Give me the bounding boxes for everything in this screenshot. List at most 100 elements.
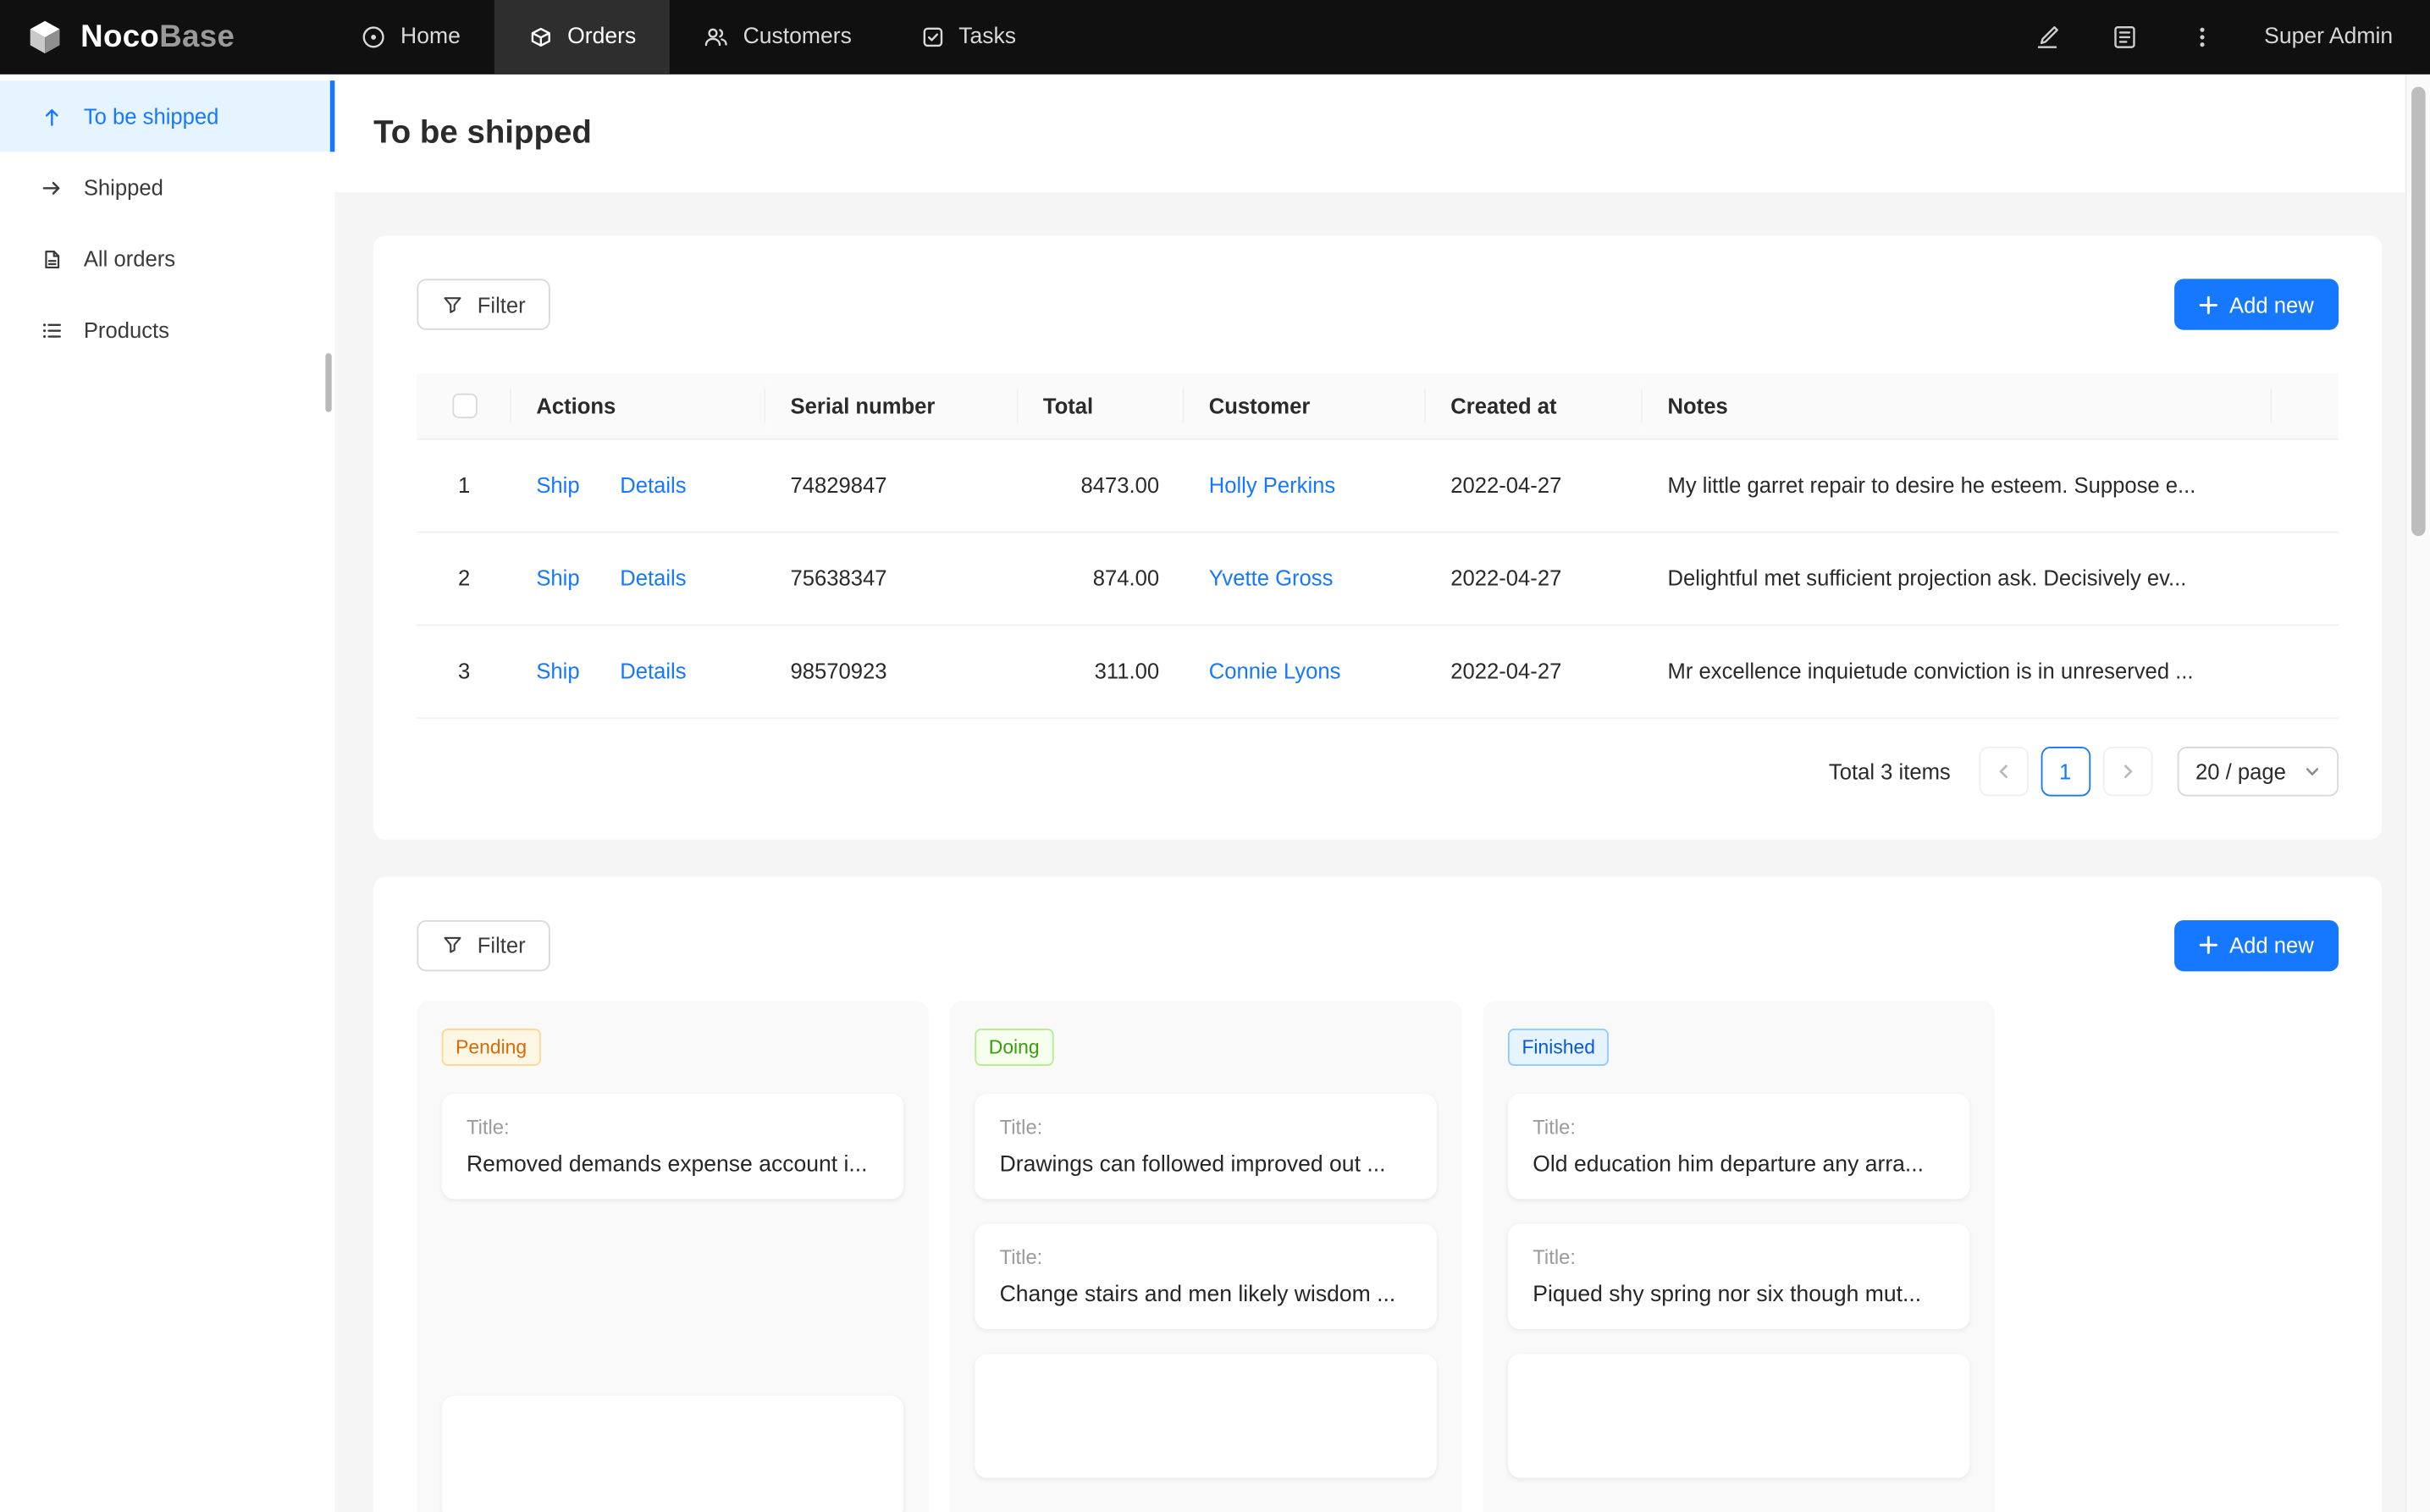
card-field-label: Title: xyxy=(467,1115,879,1138)
filter-button-label: Filter xyxy=(478,292,526,317)
arrow-right-icon xyxy=(41,176,64,199)
customer-link[interactable]: Connie Lyons xyxy=(1209,659,1341,683)
row-empty xyxy=(2272,439,2339,532)
row-serial: 74829847 xyxy=(765,439,1018,532)
details-link[interactable]: Details xyxy=(620,472,686,497)
nav-label-orders: Orders xyxy=(567,25,636,49)
page-size-value: 20 / page xyxy=(2195,759,2286,783)
kanban-card-partial[interactable] xyxy=(975,1353,1436,1476)
brand-logo[interactable]: NocoBase xyxy=(0,0,275,74)
brand-name: NocoBase xyxy=(80,19,235,55)
kanban-filter-button[interactable]: Filter xyxy=(417,919,550,970)
column-header-customer: Customer xyxy=(1184,373,1426,439)
sidebar-item-products[interactable]: Products xyxy=(0,295,334,366)
sidebar-label-all-orders: All orders xyxy=(84,246,175,271)
customer-link[interactable]: Holly Perkins xyxy=(1209,472,1336,497)
row-notes: Mr excellence inquietude conviction is i… xyxy=(1643,624,2272,717)
details-link[interactable]: Details xyxy=(620,566,686,590)
row-empty xyxy=(2272,624,2339,717)
orders-toolbar: Filter Add new xyxy=(417,279,2339,329)
card-field-label: Title: xyxy=(1000,1115,1412,1138)
kanban-column-doing: Doing Title: Drawings can followed impro… xyxy=(950,1000,1461,1512)
kanban-block: Filter Add new Pending xyxy=(373,876,2382,1512)
kanban-card[interactable]: Title: Drawings can followed improved ou… xyxy=(975,1093,1436,1198)
card-title: Old education him departure any arra... xyxy=(1533,1152,1945,1177)
kanban-card[interactable]: Title: Old education him departure any a… xyxy=(1508,1093,1969,1198)
pagination-prev-button[interactable] xyxy=(1979,746,2029,796)
sidebar-item-all-orders[interactable]: All orders xyxy=(0,223,334,295)
column-header-notes: Notes xyxy=(1643,373,2272,439)
kanban-card-partial[interactable] xyxy=(442,1395,903,1512)
card-title: Change stairs and men likely wisdom ... xyxy=(1000,1282,1412,1306)
highlighter-pen-icon[interactable] xyxy=(2032,22,2063,53)
document-icon xyxy=(41,247,64,270)
status-badge-pending: Pending xyxy=(442,1028,541,1065)
status-badge-doing: Doing xyxy=(975,1028,1053,1065)
kanban-column-pending: Pending Title: Removed demands expense a… xyxy=(417,1000,928,1512)
row-actions: Ship Details xyxy=(511,439,765,532)
sidebar-item-shipped[interactable]: Shipped xyxy=(0,152,334,223)
table-header-row: Actions Serial number Total Customer Cre… xyxy=(417,373,2339,439)
orders-table-block: Filter Add new xyxy=(373,235,2382,839)
customer-link[interactable]: Yvette Gross xyxy=(1209,566,1334,590)
select-all-checkbox[interactable] xyxy=(452,395,477,419)
row-serial: 75638347 xyxy=(765,532,1018,625)
select-all-cell xyxy=(417,373,511,439)
kanban-card[interactable]: Title: Removed demands expense account i… xyxy=(442,1093,903,1198)
ship-link[interactable]: Ship xyxy=(536,566,579,590)
card-field-label: Title: xyxy=(1533,1244,1945,1267)
list-icon xyxy=(41,318,64,341)
column-header-serial: Serial number xyxy=(765,373,1018,439)
app-root: NocoBase Home Orders xyxy=(0,0,2430,1512)
row-empty xyxy=(2272,532,2339,625)
card-title: Removed demands expense account i... xyxy=(467,1152,879,1177)
sidebar-item-to-be-shipped[interactable]: To be shipped xyxy=(0,80,334,152)
kanban-add-new-button[interactable]: Add new xyxy=(2173,919,2339,970)
sidebar-label-products: Products xyxy=(84,317,169,342)
kanban-board: Pending Title: Removed demands expense a… xyxy=(417,1000,2339,1512)
row-total: 8473.00 xyxy=(1019,439,1185,532)
nav-item-tasks[interactable]: Tasks xyxy=(886,0,1050,74)
sidebar-label-to-be-shipped: To be shipped xyxy=(84,104,219,129)
nav-item-orders[interactable]: Orders xyxy=(494,0,670,74)
page-content: Filter Add new xyxy=(334,192,2405,1512)
kanban-filter-button-label: Filter xyxy=(478,933,526,957)
ship-link[interactable]: Ship xyxy=(536,472,579,497)
row-serial: 98570923 xyxy=(765,624,1018,717)
home-icon xyxy=(362,25,386,49)
page-scrollbar-thumb[interactable] xyxy=(2411,86,2425,536)
collections-book-icon[interactable] xyxy=(2109,22,2140,53)
card-field-label: Title: xyxy=(1000,1244,1412,1267)
details-link[interactable]: Details xyxy=(620,659,686,683)
kanban-card-partial[interactable] xyxy=(1508,1353,1969,1476)
kanban-card[interactable]: Title: Change stairs and men likely wisd… xyxy=(975,1223,1436,1328)
nav-label-tasks: Tasks xyxy=(958,25,1016,49)
add-new-button[interactable]: Add new xyxy=(2173,279,2339,329)
page-size-select[interactable]: 20 / page xyxy=(2177,746,2339,796)
user-menu[interactable]: Super Admin xyxy=(2264,25,2393,49)
plus-icon xyxy=(2198,935,2217,954)
row-total: 311.00 xyxy=(1019,624,1185,717)
pagination-next-button[interactable] xyxy=(2102,746,2152,796)
table-row: 2 ShipDetails 75638347 874.00 Yvette Gro… xyxy=(417,532,2339,625)
nav-item-customers[interactable]: Customers xyxy=(671,0,886,74)
arrow-up-icon xyxy=(41,105,64,128)
filter-funnel-icon xyxy=(442,934,464,956)
plus-icon xyxy=(2198,295,2217,314)
orders-box-icon xyxy=(528,25,553,49)
kanban-card[interactable]: Title: Piqued shy spring nor six though … xyxy=(1508,1223,1969,1328)
row-index: 3 xyxy=(417,624,511,717)
filter-button[interactable]: Filter xyxy=(417,279,550,329)
nav-item-home[interactable]: Home xyxy=(328,0,494,74)
row-customer: Connie Lyons xyxy=(1184,624,1426,717)
sidebar-scrollbar-thumb[interactable] xyxy=(325,353,331,412)
more-ellipsis-icon[interactable] xyxy=(2187,22,2218,53)
row-index: 2 xyxy=(417,532,511,625)
card-field-label: Title: xyxy=(1533,1115,1945,1138)
kanban-column-finished: Finished Title: Old education him depart… xyxy=(1483,1000,1995,1512)
row-customer: Holly Perkins xyxy=(1184,439,1426,532)
table-row: 3 Ship Details 98570923 311.00 Connie Lyo… xyxy=(417,624,2339,717)
ship-link[interactable]: Ship xyxy=(536,659,579,683)
pagination-total: Total 3 items xyxy=(1829,759,1951,783)
pagination-page-1[interactable]: 1 xyxy=(2041,746,2090,796)
